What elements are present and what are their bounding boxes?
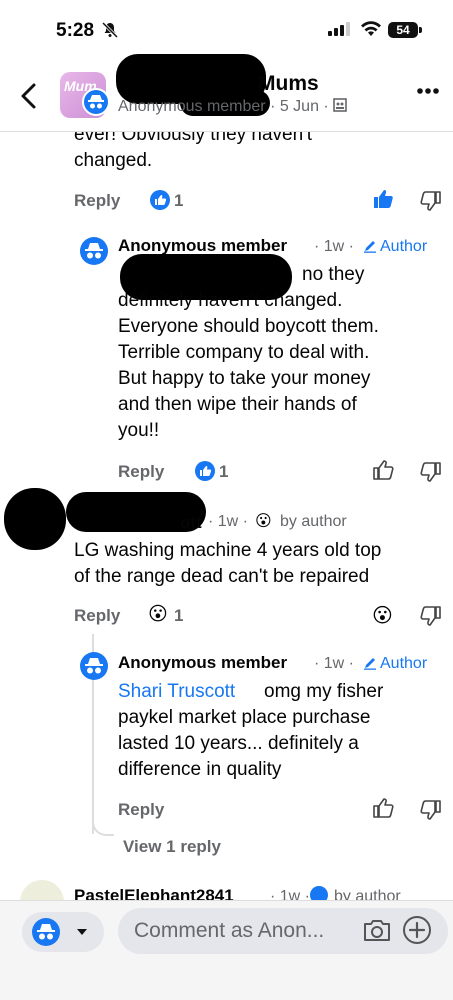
like-icon[interactable]	[372, 459, 394, 481]
anonymous-avatar-icon	[32, 918, 60, 946]
battery-tip	[419, 27, 422, 33]
commenter-name[interactable]: Anonymous member	[118, 236, 287, 256]
camera-icon[interactable]	[362, 917, 392, 943]
reply-button[interactable]: Reply	[74, 606, 120, 626]
post-as-selector[interactable]	[22, 912, 104, 952]
battery-indicator: 54	[388, 22, 418, 38]
redaction-mark	[4, 488, 66, 550]
commenter-name[interactable]: ott	[180, 513, 202, 533]
comment-text: and then wipe their hands of	[118, 394, 357, 415]
wifi-icon	[361, 21, 381, 36]
status-time: 5:28	[56, 20, 95, 41]
wow-emoji-icon: 😮	[255, 513, 272, 530]
dislike-icon[interactable]	[420, 605, 442, 627]
comment-text: no they	[302, 264, 365, 285]
like-count: 1	[174, 191, 184, 210]
caret-down-icon	[77, 929, 87, 935]
post-meta: Anonymous member · 5 Jun ·	[118, 98, 348, 116]
comment-text: of the range dead can't be repaired	[74, 566, 370, 587]
comment-text: omg my fisher	[264, 681, 384, 702]
chevron-left-icon[interactable]	[18, 82, 40, 110]
anonymous-avatar-icon	[80, 652, 108, 680]
anonymous-avatar-icon	[82, 88, 110, 116]
reply-button[interactable]: Reply	[118, 800, 164, 820]
view-replies-link[interactable]: View 1 reply	[123, 837, 221, 857]
like-icon[interactable]	[372, 797, 394, 819]
dislike-icon[interactable]	[420, 190, 442, 212]
like-count: 1	[219, 462, 229, 481]
like-filled-icon[interactable]	[372, 188, 394, 210]
group-privacy-icon	[333, 98, 348, 112]
add-circle-icon[interactable]	[402, 915, 432, 945]
comment-time: · 1w ·	[314, 238, 354, 255]
reply-button[interactable]: Reply	[74, 191, 120, 211]
comment-text: lasted 10 years... definitely a	[118, 733, 359, 754]
wow-reaction-icon: 😮	[148, 604, 168, 625]
more-horizontal-icon[interactable]	[416, 82, 440, 100]
comment-text: paykel market place purchase	[118, 707, 371, 728]
comment-text: Terrible company to deal with.	[118, 342, 370, 363]
reply-button[interactable]: Reply	[118, 462, 164, 482]
dislike-icon[interactable]	[420, 461, 442, 483]
comment-text: definitely haven't changed.	[118, 290, 343, 311]
dislike-icon[interactable]	[420, 799, 442, 821]
reaction-count: 1	[174, 606, 184, 625]
signal-icon	[328, 22, 350, 36]
comment-text: Everyone should boycott them.	[118, 316, 379, 337]
comment-time: · 1w ·	[208, 513, 248, 530]
thread-curve	[92, 816, 114, 836]
anonymous-avatar-icon	[80, 237, 108, 265]
pencil-icon	[364, 658, 376, 670]
pencil-icon	[364, 241, 376, 253]
group-name[interactable]: Mums	[258, 72, 319, 96]
like-reaction-icon	[150, 190, 170, 210]
mention-link[interactable]: Shari Truscott	[118, 679, 235, 705]
commenter-name[interactable]: Anonymous member	[118, 653, 287, 673]
comment-text: difference in quality	[118, 759, 282, 780]
wow-selected-icon[interactable]: 😮	[372, 603, 393, 628]
author-badge: Author	[380, 655, 428, 672]
comment-text: LG washing machine 4 years old top	[74, 540, 382, 561]
post-header: Mum Mums Anonymous member · 5 Jun ·	[0, 54, 453, 132]
author-badge: Author	[380, 238, 428, 255]
comment-text: changed.	[74, 150, 153, 171]
like-reaction-icon	[195, 461, 215, 481]
bell-muted-icon	[102, 22, 118, 38]
comment-text: you!!	[118, 420, 160, 441]
author-badge: by author	[280, 513, 347, 530]
comment-time: · 1w ·	[314, 655, 354, 672]
comment-text: But happy to take your money	[118, 368, 371, 389]
comment-input-placeholder: Comment as Anon...	[134, 919, 325, 942]
